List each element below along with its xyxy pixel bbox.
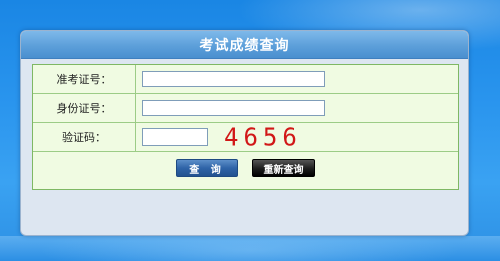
exam-id-input[interactable] [142, 71, 325, 87]
query-form: 准考证号： 身份证号： 验证码： 4656 查 询 重新查询 [32, 64, 459, 190]
score-query-panel: 考试成绩查询 准考证号： 身份证号： 验证码： 4656 查 询 重新查询 [20, 30, 469, 236]
exam-id-row: 准考证号： [33, 65, 458, 94]
button-row: 查 询 重新查询 [33, 152, 458, 189]
captcha-input[interactable] [142, 128, 208, 146]
id-number-label: 身份证号： [33, 94, 136, 122]
panel-header: 考试成绩查询 [21, 31, 468, 59]
captcha-label: 验证码： [33, 123, 136, 151]
captcha-row: 验证码： 4656 [33, 122, 458, 152]
id-number-input[interactable] [142, 100, 325, 116]
reset-button[interactable]: 重新查询 [252, 159, 315, 177]
panel-title: 考试成绩查询 [199, 37, 290, 54]
background-band [0, 236, 500, 261]
id-number-row: 身份证号： [33, 94, 458, 123]
exam-id-label: 准考证号： [33, 65, 136, 93]
query-button[interactable]: 查 询 [176, 159, 238, 177]
captcha-image[interactable]: 4656 [224, 122, 302, 151]
